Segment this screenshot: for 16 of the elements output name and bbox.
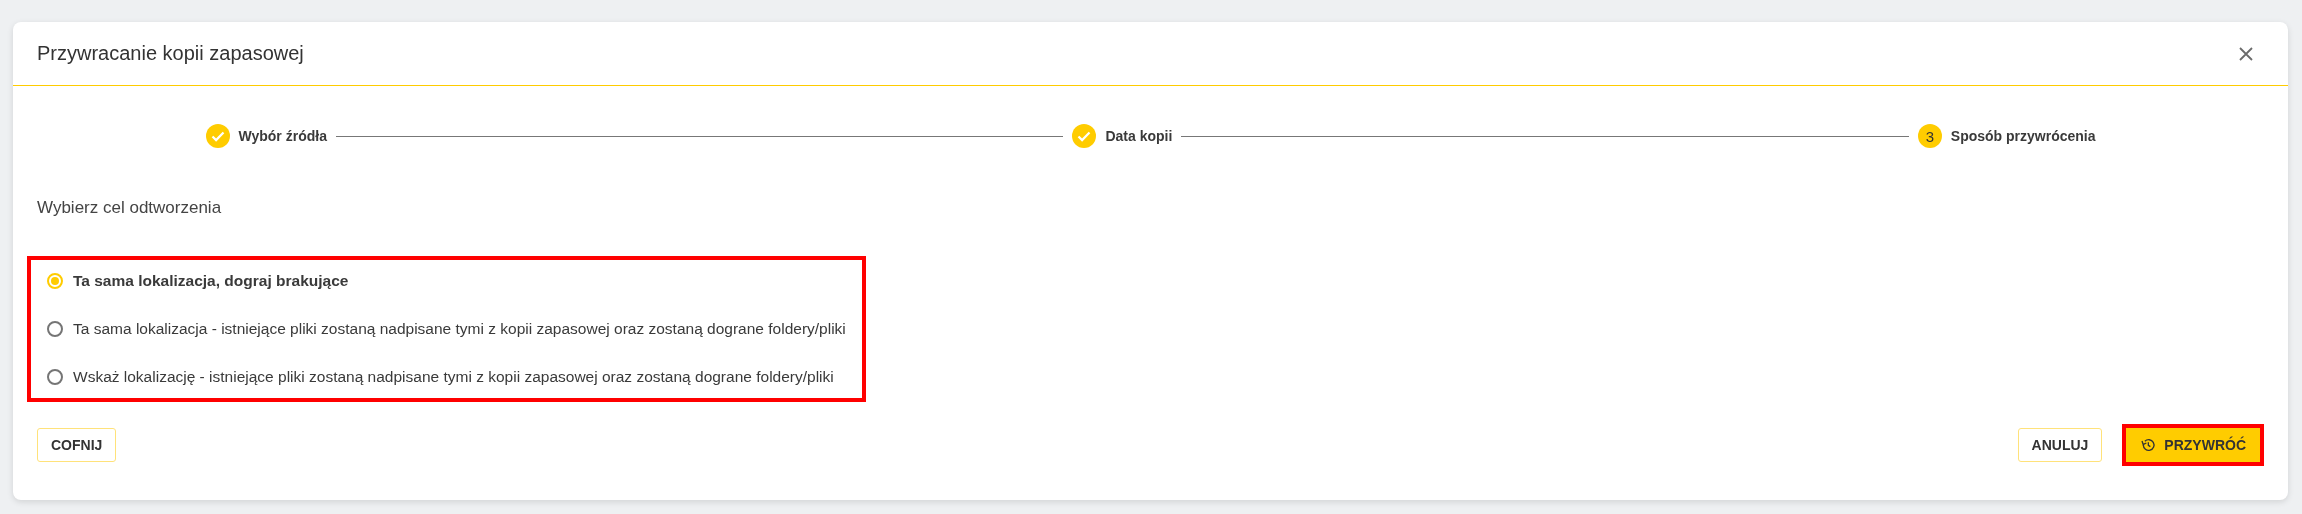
section-heading: Wybierz cel odtworzenia (37, 198, 223, 218)
step-label: Sposób przywrócenia (1950, 128, 2096, 144)
radio-option[interactable]: Ta sama lokalizacja, dograj brakujące (47, 270, 846, 292)
history-icon (2140, 437, 2157, 453)
action-button[interactable]: COFNIJ (37, 428, 117, 462)
action-button[interactable]: ANULUJ (2017, 428, 2103, 462)
close-icon[interactable] (2238, 45, 2254, 62)
check-icon (1072, 124, 1097, 148)
dialog-title: Przywracanie kopii zapasowej (37, 42, 304, 65)
check-icon (205, 124, 230, 148)
step-label: Data kopii (1105, 128, 1173, 144)
step-label: Wybór źródła (238, 128, 327, 144)
step-number: 3 (1917, 124, 1942, 148)
radio-option[interactable]: Ta sama lokalizacja - istniejące pliki zostaną nadpisane tymi z kopii zapasowej oraz zostaną dograne foldery/pliki (47, 318, 846, 340)
radio-option[interactable]: Wskaż lokalizację - istniejące pliki zostaną nadpisane tymi z kopii zapasowej oraz zostaną dograne foldery/pliki (47, 366, 846, 388)
action-button[interactable]: PRZYWRÓĆ (2126, 428, 2260, 462)
